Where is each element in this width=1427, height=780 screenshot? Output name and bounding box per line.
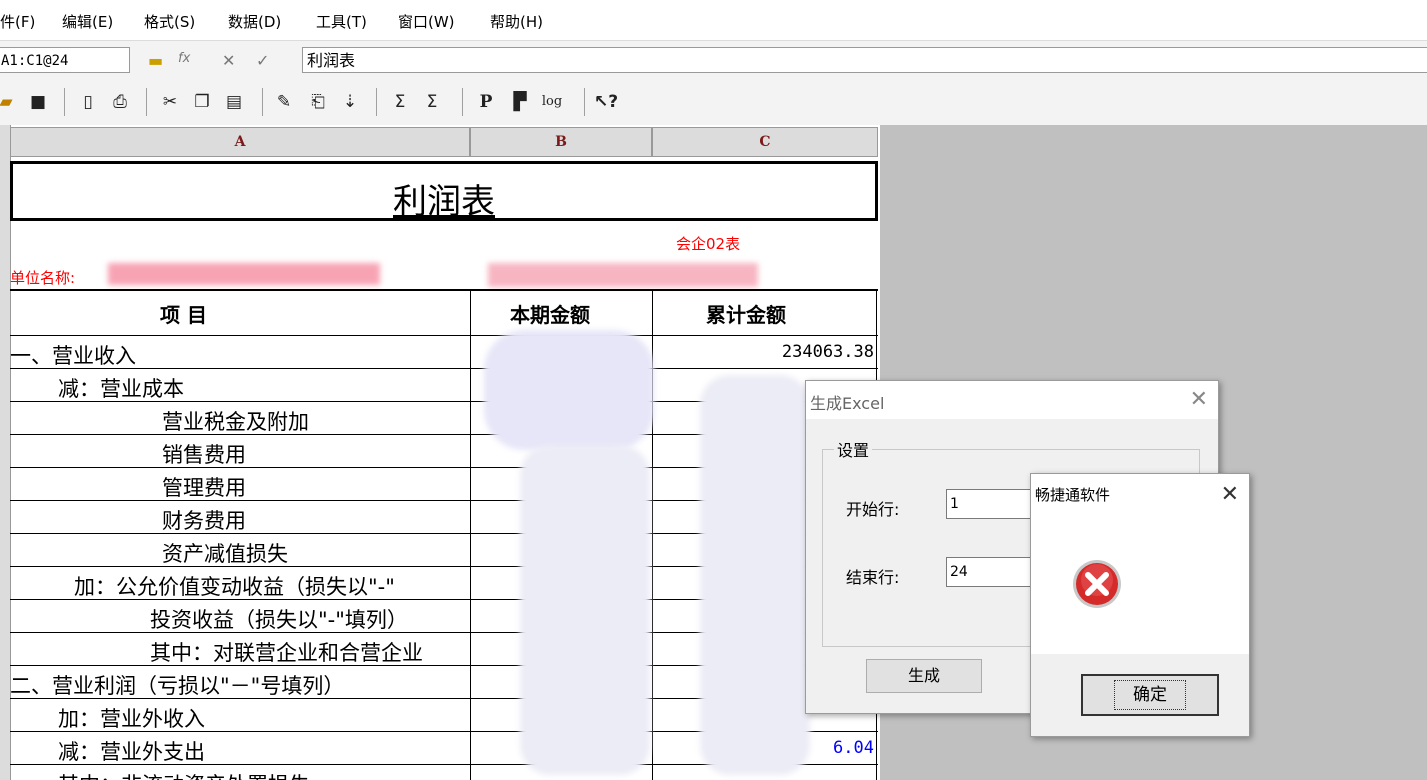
toolbar: ▰ ■ ▯ ⎙ ✂ ❐ ▤ ✎ ⎗ ⇣ Σ Σ P ▛ log ↖? xyxy=(0,80,1427,126)
row-label: 营业税金及附加 xyxy=(162,410,309,434)
log-icon[interactable]: log xyxy=(540,90,564,114)
start-row-input[interactable]: 1 xyxy=(946,489,1036,519)
bookmark-icon[interactable]: ▛ xyxy=(508,90,532,114)
row-label: 其中：非流动资产处置损失 xyxy=(58,769,310,780)
redacted-values xyxy=(520,445,650,775)
row-label: 加：营业外收入 xyxy=(58,707,205,731)
settings-group-label: 设置 xyxy=(834,437,873,461)
redacted-unit-name xyxy=(108,263,380,285)
formula-input[interactable]: 利润表 xyxy=(302,47,1427,73)
row-label: 减：营业外支出 xyxy=(58,740,205,764)
redacted-values xyxy=(700,375,810,775)
calculator-icon[interactable]: ▬ xyxy=(148,51,163,70)
row-label: 投资收益（损失以"-"填列） xyxy=(150,608,408,632)
header-item: 项 目 xyxy=(160,303,207,327)
error-dialog-title: 畅捷通软件 xyxy=(1035,486,1111,504)
column-sum-icon[interactable]: Σ xyxy=(420,90,444,114)
print-preview-icon[interactable]: ▯ xyxy=(76,90,100,114)
cut-icon[interactable]: ✂ xyxy=(158,90,182,114)
column-header-a[interactable]: A xyxy=(10,127,470,157)
sort-icon[interactable]: ⇣ xyxy=(338,90,362,114)
toolbar-separator xyxy=(376,88,377,116)
row-label: 其中：对联营企业和合营企业 xyxy=(150,641,423,665)
print-icon[interactable]: ⎙ xyxy=(108,90,132,114)
start-row-label: 开始行: xyxy=(846,500,900,519)
close-icon[interactable]: ✕ xyxy=(1221,482,1239,507)
help-pointer-icon[interactable]: ↖? xyxy=(594,90,618,114)
menu-tools[interactable]: 工具(T) xyxy=(316,11,367,32)
error-icon xyxy=(1073,560,1121,608)
paste-icon[interactable]: ▤ xyxy=(222,90,246,114)
close-icon[interactable]: ✕ xyxy=(1190,387,1208,412)
row-label: 加：公允价值变动收益（损失以"-" xyxy=(74,575,395,599)
row-cumulative-value: 234063.38 xyxy=(781,342,874,362)
row-label: 管理费用 xyxy=(162,476,246,500)
fx-icon[interactable]: fx xyxy=(178,51,190,66)
header-current: 本期金额 xyxy=(510,303,590,327)
table-row[interactable]: 一、营业收入 234063.38 xyxy=(10,336,878,369)
formula-bar: A1:C1@24 ▬ fx ✕ ✓ 利润表 xyxy=(0,40,1427,82)
row-cumulative-value: 6.04 xyxy=(833,738,874,758)
confirm-icon[interactable]: ✓ xyxy=(256,51,269,70)
sum-icon[interactable]: Σ xyxy=(388,90,412,114)
toolbar-separator xyxy=(262,88,263,116)
column-header-c[interactable]: C xyxy=(652,127,878,157)
menu-file[interactable]: 件(F) xyxy=(0,11,35,32)
menu-bar: 件(F) 编辑(E) 格式(S) 数据(D) 工具(T) 窗口(W) 帮助(H) xyxy=(0,0,1427,40)
menu-data[interactable]: 数据(D) xyxy=(228,11,281,32)
redacted-values xyxy=(484,330,654,450)
menu-window[interactable]: 窗口(W) xyxy=(398,11,455,32)
row-label: 一、营业收入 xyxy=(10,344,136,368)
dialog-title: 生成Excel xyxy=(810,394,885,413)
end-row-label: 结束行: xyxy=(846,568,900,587)
unit-name-label: 单位名称: xyxy=(10,269,76,287)
spreadsheet: A B C 利润表 会企02表 单位名称: 项 目 本期金额 累计金额 一、营业… xyxy=(0,125,880,780)
column-header-b[interactable]: B xyxy=(470,127,652,157)
open-folder-icon[interactable]: ▰ xyxy=(0,90,18,114)
redacted-unit-name-2 xyxy=(488,263,758,287)
report-title: 利润表 xyxy=(393,182,495,222)
menu-edit[interactable]: 编辑(E) xyxy=(62,11,113,32)
end-row-input[interactable]: 24 xyxy=(946,557,1036,587)
row-label: 资产减值损失 xyxy=(162,542,288,566)
fill-icon[interactable]: ⎗ xyxy=(306,90,330,114)
ok-button-label: 确定 xyxy=(1114,680,1186,710)
row-label: 二、营业利润（亏损以"－"号填列） xyxy=(10,674,345,698)
copy-icon[interactable]: ❐ xyxy=(190,90,214,114)
toolbar-separator xyxy=(146,88,147,116)
form-code: 会企02表 xyxy=(676,235,741,253)
error-dialog-body: 畅捷通软件 ✕ xyxy=(1031,474,1249,654)
row-label: 减：营业成本 xyxy=(58,377,184,401)
row-label: 财务费用 xyxy=(162,509,246,533)
menu-format[interactable]: 格式(S) xyxy=(144,11,195,32)
menu-help[interactable]: 帮助(H) xyxy=(490,11,543,32)
title-cell[interactable]: 利润表 xyxy=(10,161,878,222)
cell-reference-box[interactable]: A1:C1@24 xyxy=(0,47,130,73)
toolbar-separator xyxy=(64,88,65,116)
save-icon[interactable]: ■ xyxy=(26,90,50,114)
bold-p-icon[interactable]: P xyxy=(474,90,498,114)
cancel-icon[interactable]: ✕ xyxy=(222,51,235,70)
table-header-row: 项 目 本期金额 累计金额 xyxy=(10,289,878,336)
toolbar-separator xyxy=(584,88,585,116)
error-dialog: 畅捷通软件 ✕ 确定 xyxy=(1030,473,1250,737)
dialog-title-bar: 生成Excel ✕ xyxy=(806,381,1218,419)
format-brush-icon[interactable]: ✎ xyxy=(272,90,296,114)
row-label: 销售费用 xyxy=(162,443,246,467)
header-cumulative: 累计金额 xyxy=(706,303,786,327)
toolbar-separator xyxy=(462,88,463,116)
generate-button[interactable]: 生成 xyxy=(866,659,982,693)
ok-button[interactable]: 确定 xyxy=(1081,674,1219,716)
